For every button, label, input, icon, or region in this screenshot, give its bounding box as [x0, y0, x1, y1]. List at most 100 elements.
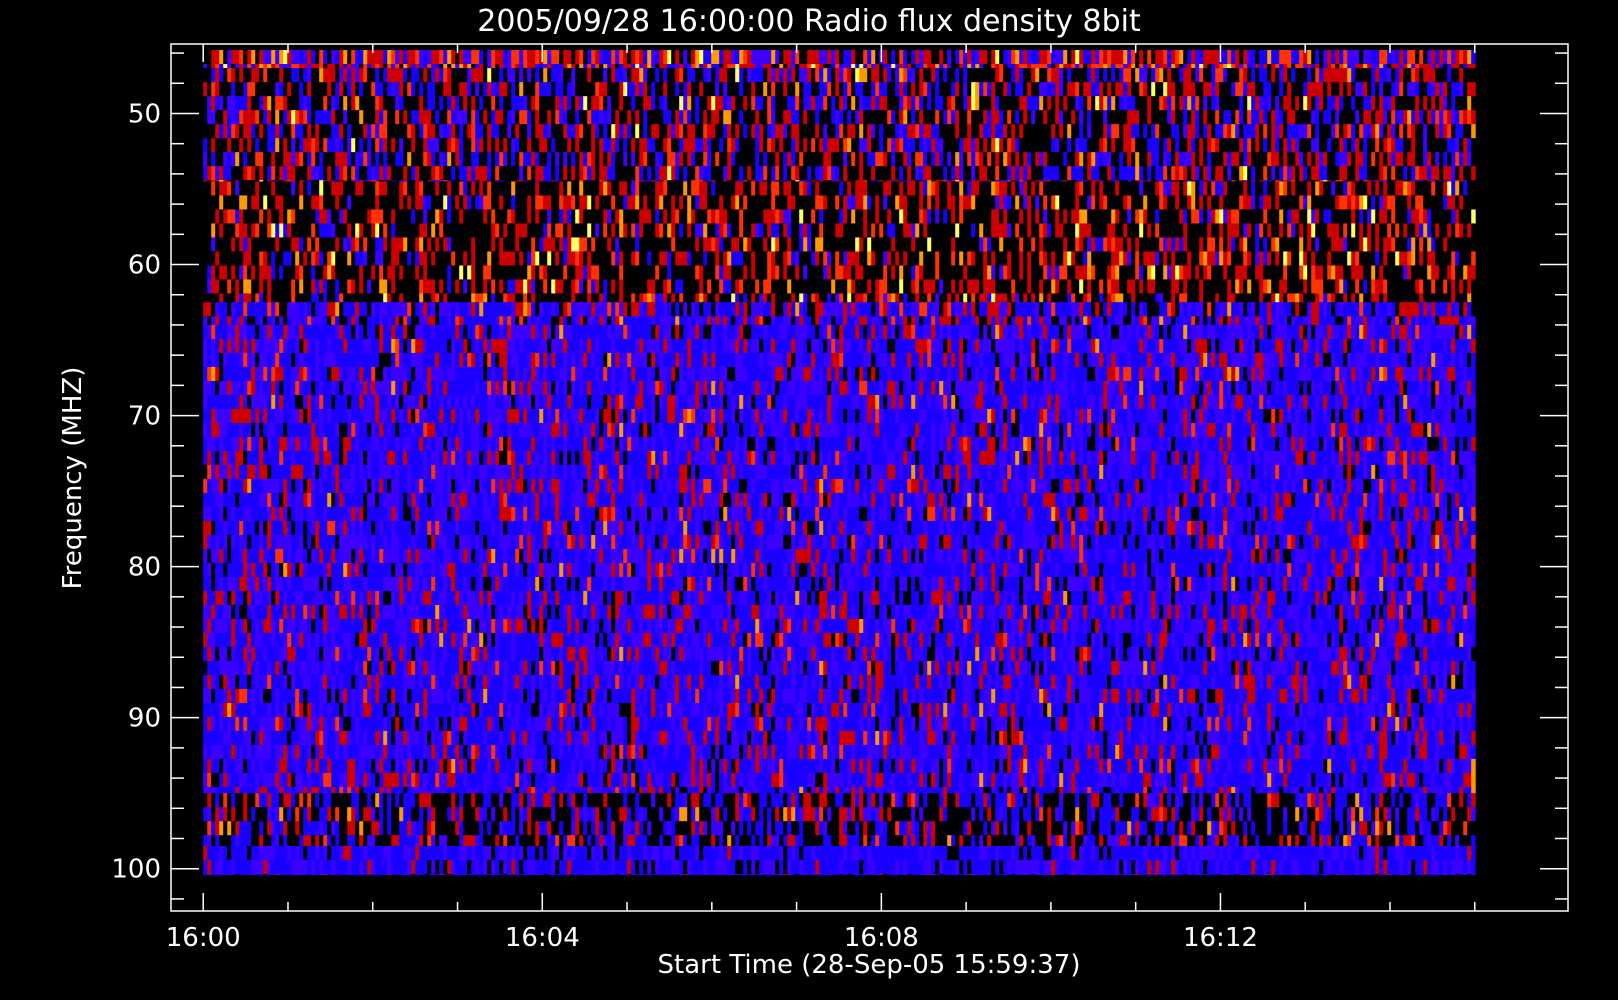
- heatmap-cell: [963, 209, 968, 224]
- heatmap-cell: [455, 166, 460, 181]
- heatmap-cell: [567, 195, 572, 210]
- heatmap-cell: [1247, 124, 1252, 139]
- heatmap-cell: [215, 223, 220, 238]
- heatmap-cell: [1291, 82, 1296, 97]
- heatmap-cell: [231, 110, 236, 125]
- heatmap-cell: [1339, 82, 1344, 97]
- heatmap-cell: [843, 50, 848, 65]
- heatmap-cell: [1199, 209, 1204, 224]
- heatmap-cell: [247, 223, 252, 238]
- heatmap-cell: [983, 181, 988, 196]
- heatmap-cell: [1139, 68, 1144, 83]
- heatmap-cell: [1011, 152, 1016, 167]
- heatmap-cell: [1311, 50, 1316, 65]
- heatmap-cell: [1443, 82, 1448, 97]
- heatmap-cell: [1099, 138, 1104, 153]
- heatmap-cell: [1391, 181, 1396, 196]
- heatmap-cell: [1087, 82, 1092, 97]
- heatmap-cell: [899, 237, 904, 252]
- heatmap-cell: [519, 82, 524, 97]
- heatmap-cell: [1411, 110, 1416, 125]
- heatmap-cell: [355, 64, 360, 69]
- heatmap-cell: [551, 209, 556, 224]
- heatmap-cell: [1447, 124, 1452, 139]
- heatmap-cell: [715, 152, 720, 167]
- heatmap-cell: [971, 68, 976, 83]
- heatmap-cell: [611, 124, 616, 139]
- heatmap-cell: [711, 237, 716, 252]
- heatmap-cell: [259, 64, 264, 69]
- heatmap-cell: [1187, 50, 1192, 65]
- heatmap-cell: [663, 68, 668, 83]
- heatmap-cell: [1047, 166, 1052, 181]
- heatmap-cell: [1011, 166, 1016, 181]
- heatmap-cell: [1443, 138, 1448, 153]
- heatmap-cell: [891, 237, 896, 252]
- heatmap-cell: [1231, 138, 1236, 153]
- heatmap-cell: [1119, 195, 1124, 210]
- heatmap-cell: [1455, 195, 1460, 210]
- heatmap-cell: [1303, 138, 1308, 153]
- heatmap-cell: [1307, 195, 1312, 210]
- heatmap-cell: [1399, 50, 1404, 65]
- heatmap-cell: [879, 138, 884, 153]
- heatmap-cell: [643, 223, 648, 238]
- heatmap-cell: [431, 50, 436, 65]
- heatmap-cell: [523, 152, 528, 167]
- heatmap-cell: [759, 82, 764, 97]
- heatmap-cell: [207, 96, 212, 111]
- heatmap-cell: [283, 152, 288, 167]
- heatmap-cell: [223, 68, 228, 83]
- heatmap-cell: [1259, 166, 1264, 181]
- heatmap-cell: [1003, 68, 1008, 83]
- heatmap-cell: [567, 50, 572, 65]
- heatmap-cell: [571, 209, 576, 224]
- heatmap-cell: [771, 138, 776, 153]
- heatmap-cell: [839, 195, 844, 210]
- heatmap-cell: [1079, 209, 1084, 224]
- heatmap-cell: [1251, 152, 1256, 167]
- heatmap-cell: [991, 124, 996, 139]
- heatmap-cell: [955, 195, 960, 210]
- heatmap-cell: [911, 209, 916, 224]
- heatmap-cell: [247, 96, 252, 111]
- heatmap-cell: [1119, 152, 1124, 167]
- heatmap-cell: [619, 237, 624, 252]
- heatmap-cell: [335, 223, 340, 238]
- heatmap-cell: [575, 181, 580, 196]
- heatmap-cell: [1039, 50, 1044, 65]
- heatmap-cell: [1007, 152, 1012, 167]
- heatmap-cell: [379, 138, 384, 153]
- heatmap-cell: [295, 166, 300, 181]
- heatmap-cell: [791, 82, 796, 97]
- heatmap-cell: [235, 237, 240, 252]
- heatmap-cell: [1387, 110, 1392, 125]
- heatmap-cell: [251, 82, 256, 97]
- heatmap-cell: [335, 237, 340, 252]
- heatmap-cell: [855, 82, 860, 97]
- heatmap-cell: [311, 223, 316, 238]
- heatmap-cell: [1415, 64, 1420, 69]
- heatmap-cell: [1403, 68, 1408, 83]
- heatmap-cell: [1303, 96, 1308, 111]
- heatmap-cell: [1003, 223, 1008, 238]
- heatmap-cell: [1143, 152, 1148, 167]
- heatmap-cell: [407, 181, 412, 196]
- heatmap-cell: [295, 237, 300, 252]
- heatmap-cell: [1251, 166, 1256, 181]
- heatmap-cell: [499, 50, 504, 65]
- heatmap-cell: [979, 64, 984, 69]
- heatmap-cell: [1415, 110, 1420, 125]
- heatmap-cell: [711, 64, 716, 69]
- heatmap-cell: [707, 195, 712, 210]
- heatmap-cell: [619, 96, 624, 111]
- heatmap-cell: [247, 166, 252, 181]
- heatmap-cell: [723, 209, 728, 224]
- heatmap-cell: [775, 152, 780, 167]
- heatmap-cell: [607, 152, 612, 167]
- heatmap-cell: [803, 237, 808, 252]
- heatmap-cell: [1387, 223, 1392, 238]
- heatmap-cell: [1031, 50, 1036, 65]
- heatmap-cell: [955, 237, 960, 252]
- heatmap-cell: [411, 82, 416, 97]
